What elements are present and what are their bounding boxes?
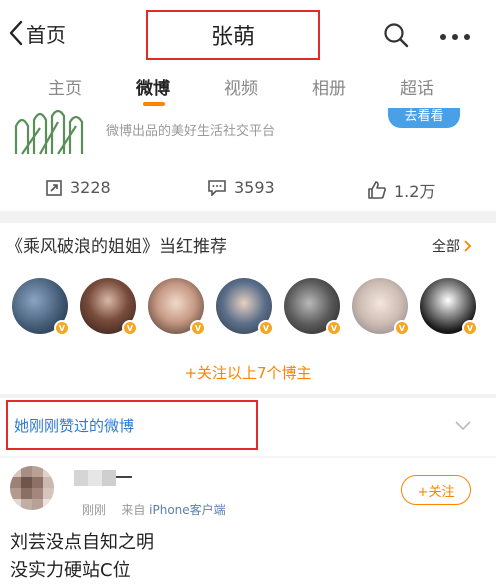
liked-weibo-title: 她刚刚赞过的微博 — [14, 416, 135, 435]
post-stats-bar: 3228 3593 1.2万 — [0, 174, 496, 204]
card-description: 微博出品的美好生活社交平台 — [106, 124, 276, 139]
section-divider — [0, 394, 496, 398]
tab-home[interactable]: 主页 — [48, 74, 82, 99]
top-nav-bar: 首页 张萌 — [0, 0, 496, 64]
post-source-prefix: 来自 — [121, 503, 146, 517]
page-title: 张萌 — [146, 10, 320, 60]
repost-icon — [46, 179, 62, 196]
comment-icon — [208, 179, 226, 196]
see-all-label: 全部 — [432, 239, 460, 255]
chevron-down-icon[interactable] — [455, 421, 471, 431]
profile-tabs: 主页 微博 视频 相册 超话 — [0, 66, 496, 108]
follow-button[interactable]: +关注 — [401, 475, 471, 505]
comment-button[interactable]: 3593 — [208, 178, 275, 197]
verified-badge: V — [258, 320, 274, 336]
recommend-title: 《乘风破浪的姐姐》当红推荐 — [6, 237, 227, 257]
post-source[interactable]: iPhone客户端 — [149, 503, 226, 517]
chevron-right-icon — [464, 240, 472, 252]
pixelated-avatar-icon — [10, 466, 54, 510]
thumbs-up-icon — [368, 181, 386, 199]
chevron-left-icon — [9, 20, 23, 46]
app-logo-icon — [14, 109, 84, 155]
feed-card: 微博出品的美好生活社交平台 去看看 3228 3593 1.2万 — [0, 108, 496, 211]
back-button[interactable]: 首页 — [8, 18, 66, 48]
verified-badge: V — [190, 320, 206, 336]
tab-video[interactable]: 视频 — [224, 74, 258, 99]
go-look-button[interactable]: 去看看 — [388, 108, 460, 128]
verified-badge: V — [462, 320, 478, 336]
search-icon[interactable] — [383, 22, 409, 48]
like-count: 1.2万 — [394, 182, 436, 201]
verified-badge: V — [394, 320, 410, 336]
verified-badge: V — [326, 320, 342, 336]
post-text-line: 刘芸没点自知之明 — [10, 532, 154, 553]
section-divider — [0, 211, 496, 223]
more-icon[interactable] — [440, 34, 470, 40]
tab-album[interactable]: 相册 — [312, 74, 346, 99]
post-meta: 刚刚 来自 iPhone客户端 — [82, 501, 226, 518]
post-time: 刚刚 — [82, 503, 107, 517]
post-author-avatar[interactable] — [10, 466, 54, 510]
like-button[interactable]: 1.2万 — [368, 178, 435, 202]
verified-badge: V — [122, 320, 138, 336]
repost-count: 3228 — [70, 178, 111, 197]
liked-weibo-header[interactable]: 她刚刚赞过的微博 — [6, 400, 258, 450]
repost-button[interactable]: 3228 — [46, 178, 111, 197]
profile-name: 张萌 — [210, 25, 255, 50]
follow-all-button[interactable]: +关注以上7个博主 — [0, 362, 496, 383]
section-divider — [0, 456, 496, 458]
verified-badge: V — [54, 320, 70, 336]
recommended-avatars: V V V V V V V — [12, 278, 492, 340]
back-label: 首页 — [26, 22, 66, 47]
active-tab-indicator — [143, 102, 165, 106]
comment-count: 3593 — [234, 178, 275, 197]
tab-weibo[interactable]: 微博 — [136, 74, 170, 99]
tab-supertopic[interactable]: 超话 — [400, 74, 434, 99]
blurred-username — [74, 470, 132, 486]
see-all-link[interactable]: 全部 — [432, 236, 472, 256]
post-text-line: 没实力硬站C位 — [10, 560, 131, 581]
